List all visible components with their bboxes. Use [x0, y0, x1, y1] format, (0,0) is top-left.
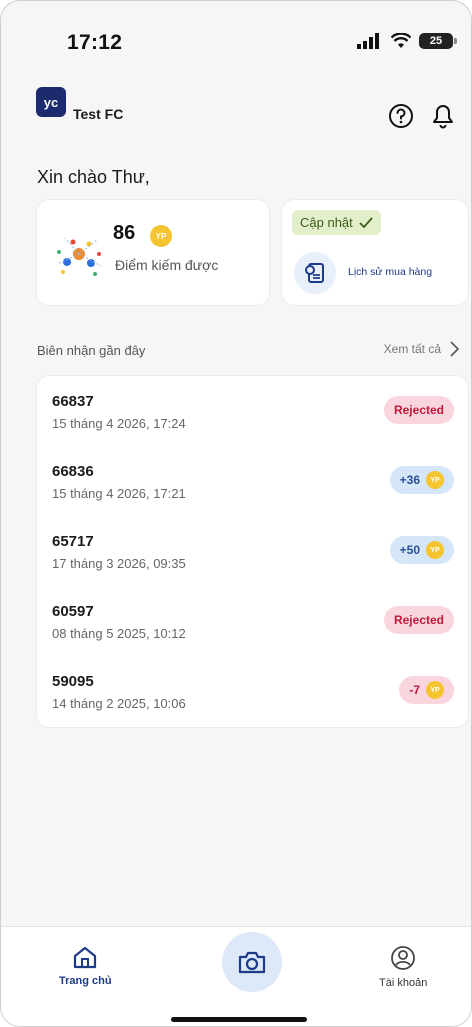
receipt-id: 65717: [52, 533, 94, 550]
nav-account-label: Tài khoản: [379, 977, 428, 989]
nav-home[interactable]: Trang chủ: [59, 945, 112, 987]
receipt-row[interactable]: 60597 08 tháng 5 2025, 10:12 Rejected: [37, 586, 468, 656]
confetti-icon: [56, 237, 102, 276]
coin-icon: YP: [426, 541, 444, 559]
status-bar: 17:12 25: [1, 1, 471, 91]
nav-home-label: Trang chủ: [59, 975, 112, 987]
scan-receipt-button[interactable]: [222, 932, 282, 992]
points-label: Điểm kiếm được: [115, 257, 219, 273]
status-badge: Rejected: [383, 606, 454, 634]
receipt-date: 17 tháng 3 2026, 09:35: [52, 556, 186, 571]
receipt-date: 15 tháng 4 2026, 17:21: [52, 486, 186, 501]
home-indicator: [171, 1017, 307, 1022]
receipt-icon: [305, 263, 324, 283]
points-value: 86: [113, 222, 136, 244]
bottom-nav: Trang chủ Tài khoản: [1, 926, 471, 1026]
update-label: Cập nhật: [300, 215, 353, 230]
points-badge-label: -7: [409, 683, 420, 697]
receipt-date: 15 tháng 4 2026, 17:24: [52, 416, 186, 431]
receipt-date: 08 tháng 5 2025, 10:12: [52, 626, 186, 641]
update-card: Cập nhật Lịch sử mua hàng: [282, 200, 468, 305]
battery-icon: 25: [419, 33, 457, 49]
receipt-id: 59095: [52, 673, 94, 690]
coin-icon: YP: [426, 681, 444, 699]
notification-button[interactable]: [428, 101, 458, 131]
update-button[interactable]: Cập nhật: [292, 210, 381, 235]
recent-receipts-title: Biên nhận gần đây: [37, 343, 146, 358]
status-badge-label: Rejected: [393, 403, 444, 417]
help-button[interactable]: [386, 101, 416, 131]
see-all-label: Xem tất cả: [383, 342, 441, 356]
brand-logo: yc: [36, 87, 66, 117]
greeting-text: Xin chào Thư,: [37, 167, 150, 187]
receipt-date: 14 tháng 2 2025, 10:06: [52, 696, 186, 711]
status-icons: 25: [357, 33, 457, 49]
receipt-row[interactable]: 66837 15 tháng 4 2026, 17:24 Rejected: [37, 376, 468, 446]
points-badge: +50 YP: [389, 536, 454, 564]
bell-icon: [433, 105, 453, 129]
cellular-signal-icon: [357, 33, 379, 49]
status-time: 17:12: [67, 31, 123, 54]
coin-icon: YP: [150, 225, 172, 247]
receipt-id: 66836: [52, 463, 94, 480]
wifi-icon: [391, 33, 411, 48]
points-badge: -7 YP: [399, 676, 454, 704]
points-badge: +36 YP: [389, 466, 454, 494]
purchase-history-button[interactable]: [294, 252, 336, 294]
help-icon: [389, 104, 413, 128]
organization-name: Test FC: [73, 106, 124, 122]
receipt-id: 66837: [52, 393, 94, 410]
receipt-row[interactable]: 65717 17 tháng 3 2026, 09:35 +50 YP: [37, 516, 468, 586]
see-all-link[interactable]: Xem tất cả: [384, 341, 459, 357]
app-screen: 17:12 25 yc Test FC Xin chào Thư, 86 YP …: [0, 0, 472, 1027]
receipt-id: 60597: [52, 603, 94, 620]
nav-account[interactable]: Tài khoản: [379, 945, 427, 989]
status-badge: Rejected: [383, 396, 454, 424]
points-card[interactable]: 86 YP Điểm kiếm được: [37, 200, 269, 305]
purchase-history-label[interactable]: Lịch sử mua hàng: [348, 266, 432, 278]
checkmark-icon: [359, 216, 373, 228]
home-icon: [74, 946, 97, 969]
status-badge-label: Rejected: [393, 613, 444, 627]
camera-icon: [238, 951, 266, 974]
chevron-right-icon: [450, 341, 459, 357]
receipt-row[interactable]: 66836 15 tháng 4 2026, 17:21 +36 YP: [37, 446, 468, 516]
points-badge-label: +36: [399, 473, 420, 487]
receipt-row[interactable]: 59095 14 tháng 2 2025, 10:06 -7 YP: [37, 656, 468, 726]
coin-icon: YP: [426, 471, 444, 489]
user-icon: [391, 946, 416, 970]
receipts-list: 66837 15 tháng 4 2026, 17:24 Rejected 66…: [37, 376, 468, 727]
points-badge-label: +50: [399, 543, 420, 557]
